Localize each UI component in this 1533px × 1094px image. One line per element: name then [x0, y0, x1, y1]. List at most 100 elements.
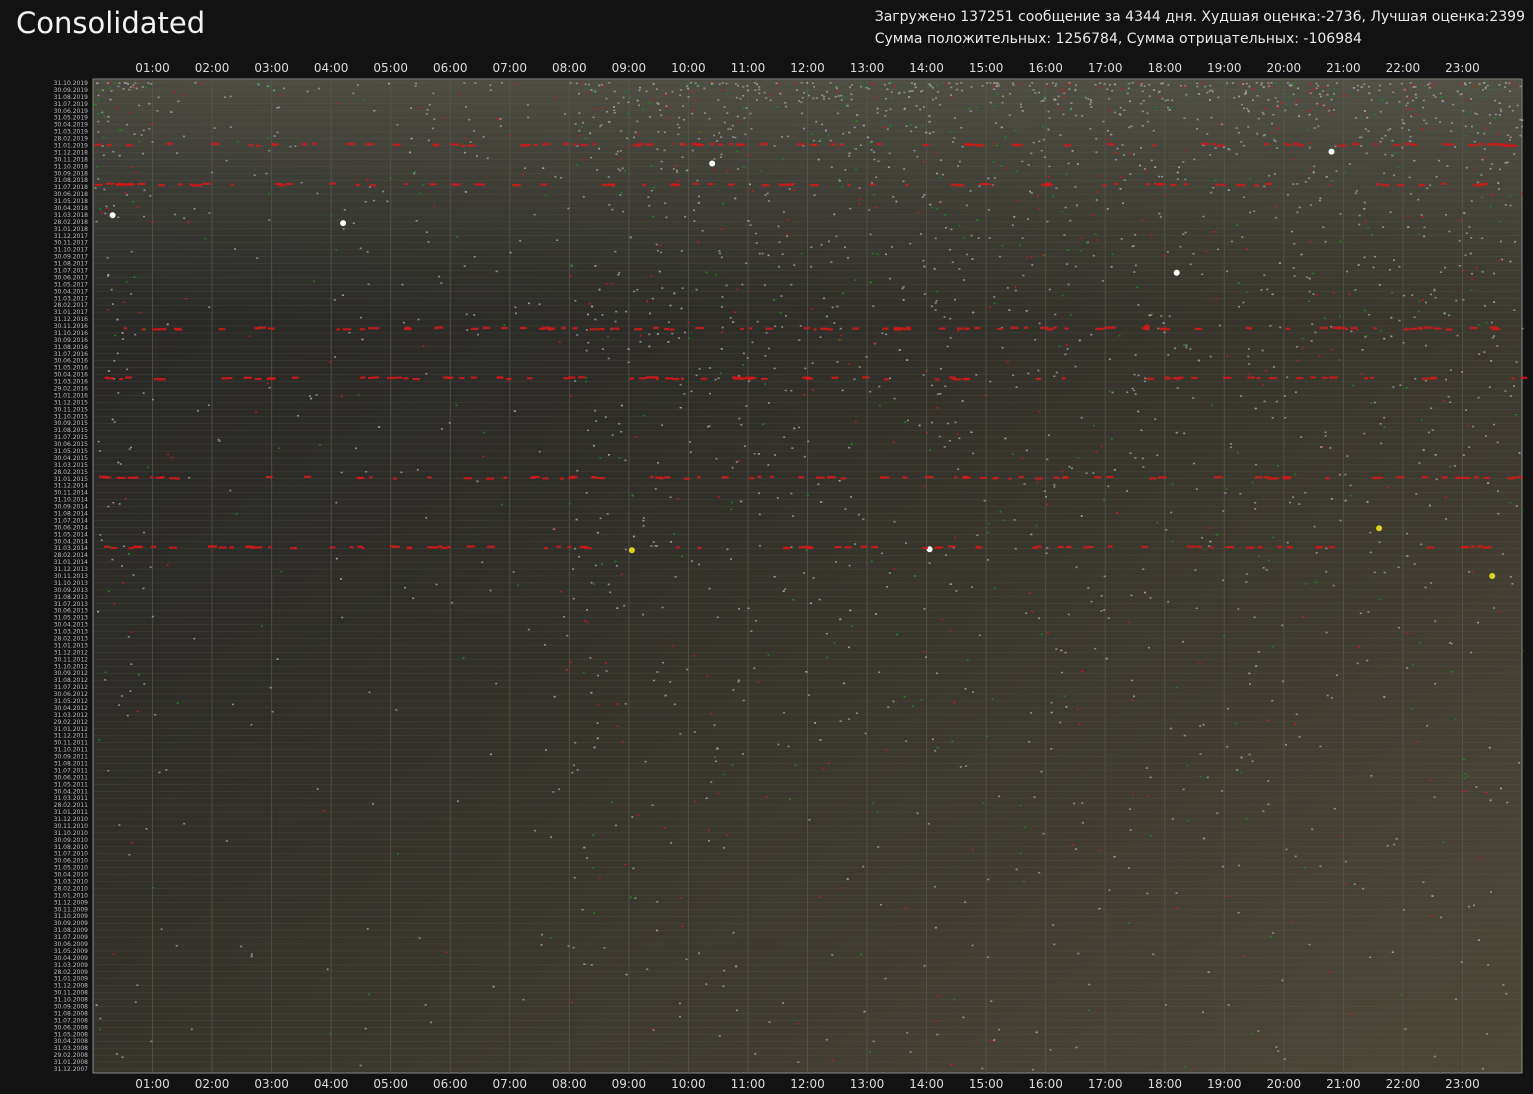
data-point: [854, 543, 857, 545]
negative-band-segment: [1511, 377, 1515, 380]
data-point: [1465, 167, 1468, 169]
data-point: [1477, 621, 1480, 624]
negative-band-segment: [977, 144, 985, 147]
negative-band-segment: [368, 376, 373, 380]
negative-band-segment: [749, 327, 753, 330]
data-point: [714, 760, 717, 763]
x-tick-label-bottom: 08:00: [552, 1077, 587, 1091]
data-point: [427, 241, 430, 243]
data-point: [876, 810, 879, 813]
data-point: [1027, 163, 1030, 166]
data-point: [617, 102, 620, 104]
data-point: [136, 710, 139, 712]
data-point: [883, 126, 886, 128]
data-point: [1476, 113, 1479, 115]
data-point: [669, 304, 672, 307]
data-point: [995, 144, 998, 147]
data-point: [1344, 860, 1347, 863]
data-point: [659, 244, 662, 247]
data-point: [680, 89, 683, 91]
data-point: [1494, 99, 1497, 102]
data-point: [1137, 304, 1140, 306]
negative-band-segment: [267, 377, 276, 380]
data-point: [1209, 84, 1212, 87]
negative-band-segment: [729, 143, 733, 146]
data-point: [998, 255, 1001, 258]
data-point: [629, 896, 632, 899]
data-point: [1488, 386, 1491, 388]
negative-band-segment: [681, 377, 684, 380]
data-point: [133, 86, 136, 88]
data-point: [604, 416, 607, 418]
data-point: [803, 572, 806, 574]
data-point: [683, 393, 686, 395]
data-point: [637, 814, 640, 816]
data-point: [1511, 583, 1514, 585]
data-point: [1049, 1049, 1052, 1051]
data-point: [875, 176, 878, 179]
negative-band-segment: [1445, 328, 1453, 331]
data-point: [956, 88, 959, 91]
data-point: [121, 332, 124, 334]
negative-band-segment: [1146, 377, 1155, 380]
data-point: [648, 204, 651, 207]
data-point: [121, 695, 124, 697]
data-point: [1046, 458, 1049, 461]
data-point: [689, 441, 692, 443]
data-point: [1312, 171, 1315, 174]
data-point: [636, 99, 639, 102]
data-point: [1210, 89, 1213, 92]
data-point: [891, 246, 894, 248]
data-point: [1059, 721, 1062, 724]
data-point: [1066, 263, 1068, 265]
data-point: [573, 876, 576, 879]
negative-band-segment: [1516, 476, 1524, 479]
data-point: [114, 82, 117, 84]
data-point: [1131, 387, 1134, 390]
data-point: [633, 290, 636, 293]
data-point: [1087, 587, 1090, 589]
data-point: [779, 312, 782, 314]
data-point: [482, 455, 485, 458]
data-point: [1164, 255, 1166, 257]
data-point: [1298, 503, 1301, 505]
data-point: [658, 270, 661, 273]
negative-band-segment: [1216, 144, 1225, 147]
data-point: [729, 317, 732, 319]
negative-band-segment: [1024, 326, 1029, 329]
data-point: [1383, 337, 1386, 340]
data-point: [1255, 463, 1257, 466]
data-point: [744, 133, 747, 136]
data-point: [1237, 282, 1240, 284]
data-point: [125, 281, 128, 283]
negative-band-segment: [739, 376, 743, 379]
negative-band-segment: [1106, 475, 1114, 479]
data-point: [1418, 300, 1421, 302]
data-point: [352, 92, 355, 95]
data-point: [750, 154, 753, 156]
data-point: [777, 225, 780, 228]
data-point: [1001, 245, 1004, 247]
data-point: [1236, 224, 1238, 226]
data-point: [130, 842, 133, 844]
negative-band-segment: [1170, 183, 1177, 187]
data-point: [1183, 432, 1186, 435]
data-point: [1315, 82, 1318, 85]
negative-band-segment: [356, 476, 365, 480]
data-point: [1066, 348, 1069, 350]
y-tick-label: 31.10.2019: [54, 80, 89, 87]
data-point: [1095, 199, 1098, 201]
data-point: [1093, 424, 1095, 427]
data-point: [1038, 91, 1040, 94]
negative-band-segment: [953, 378, 962, 381]
data-point: [194, 82, 197, 84]
data-point: [1111, 391, 1114, 394]
data-point: [1378, 541, 1381, 544]
data-point: [988, 237, 991, 239]
data-point: [856, 114, 859, 116]
data-point: [601, 348, 604, 350]
data-point: [1221, 123, 1224, 126]
data-point: [236, 140, 239, 143]
negative-band-segment: [1397, 184, 1405, 187]
data-point: [721, 296, 724, 298]
